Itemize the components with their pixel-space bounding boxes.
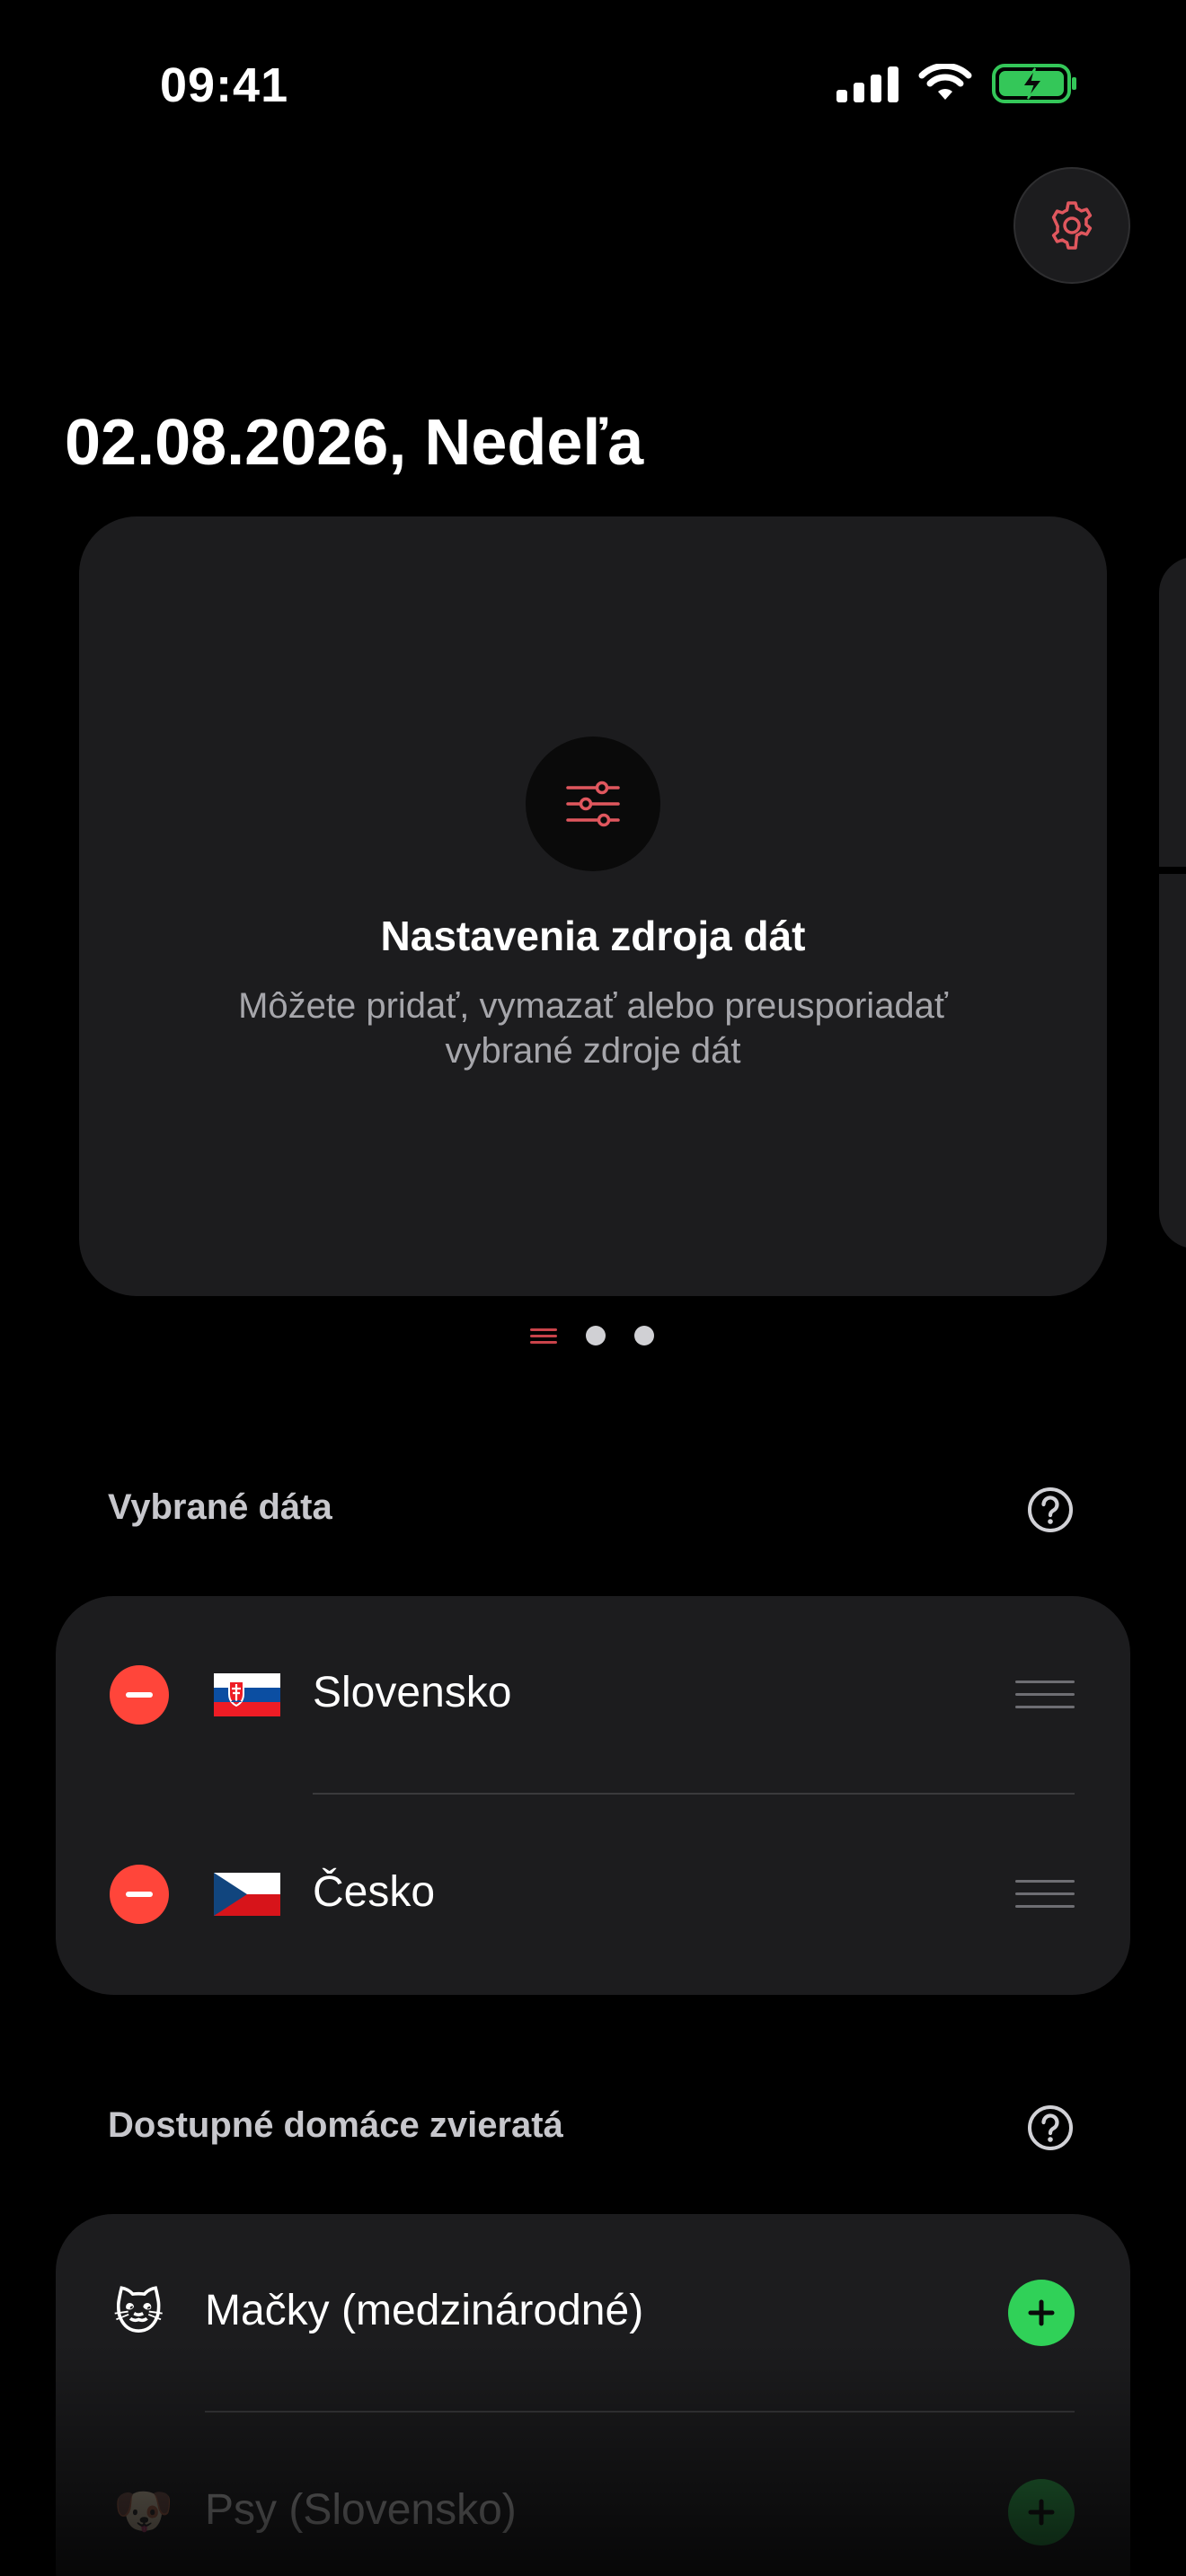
help-icon[interactable] xyxy=(1026,1486,1075,1534)
settings-button[interactable] xyxy=(1013,167,1130,284)
add-button[interactable] xyxy=(1008,2479,1075,2545)
cat-icon: 🐱 xyxy=(113,2286,164,2340)
card-description: Môžete pridať, vymazať alebo preusporiad… xyxy=(238,986,948,1071)
add-button[interactable] xyxy=(1008,2280,1075,2346)
next-card-peek[interactable] xyxy=(1159,557,1186,1248)
help-icon[interactable] xyxy=(1026,2104,1075,2152)
page-indicator[interactable] xyxy=(530,1326,654,1345)
page-indicator-current[interactable] xyxy=(530,1328,557,1344)
slovakia-flag-icon xyxy=(214,1673,280,1716)
sliders-icon xyxy=(566,781,620,827)
available-pets-header: Dostupné domáce zvieratá xyxy=(108,2105,563,2145)
list-item-label: Česko xyxy=(313,1868,436,1916)
dog-icon: 🐶 xyxy=(113,2484,174,2538)
page-indicator-dot[interactable] xyxy=(586,1326,606,1345)
wifi-icon xyxy=(918,64,972,100)
status-icons xyxy=(836,63,1078,104)
selected-data-header: Vybrané dáta xyxy=(108,1487,332,1527)
card-icon-circle xyxy=(526,737,660,871)
status-time: 09:41 xyxy=(160,58,289,112)
remove-button[interactable] xyxy=(110,1665,169,1725)
divider xyxy=(205,2411,1075,2413)
plus-icon xyxy=(1028,2299,1055,2326)
selected-data-list: Slovensko Česko xyxy=(56,1596,1130,1995)
list-item[interactable]: 🐱 Mačky (medzinárodné) xyxy=(56,2214,1130,2412)
screen: 09:41 02.08.2026, Nedeľa Nastavenia zdro… xyxy=(0,0,1186,2576)
battery-charging-icon xyxy=(992,64,1076,103)
data-source-settings-card[interactable]: Nastavenia zdroja dát Môžete pridať, vym… xyxy=(79,516,1107,1296)
list-item-label: Slovensko xyxy=(313,1669,512,1716)
remove-button[interactable] xyxy=(110,1865,169,1924)
gear-icon xyxy=(1051,201,1093,250)
available-pets-list: 🐱 Mačky (medzinárodné) 🐶 Psy (Slovensko) xyxy=(56,2214,1130,2576)
card-title: Nastavenia zdroja dát xyxy=(380,913,806,959)
drag-handle-icon[interactable] xyxy=(1015,1681,1075,1708)
list-item-label: Psy (Slovensko) xyxy=(205,2486,517,2534)
plus-icon xyxy=(1028,2499,1055,2526)
page-title: 02.08.2026, Nedeľa xyxy=(65,407,644,479)
list-item[interactable]: Slovensko xyxy=(56,1596,1130,1794)
list-item-label: Mačky (medzinárodné) xyxy=(205,2287,644,2334)
page-indicator-dot[interactable] xyxy=(634,1326,654,1345)
list-item[interactable]: 🐶 Psy (Slovensko) xyxy=(56,2413,1130,2576)
czech-flag-icon xyxy=(214,1873,280,1916)
divider xyxy=(313,1793,1075,1795)
drag-handle-icon[interactable] xyxy=(1015,1880,1075,1908)
list-item[interactable]: Česko xyxy=(56,1795,1130,1993)
cellular-signal-icon xyxy=(836,65,898,102)
